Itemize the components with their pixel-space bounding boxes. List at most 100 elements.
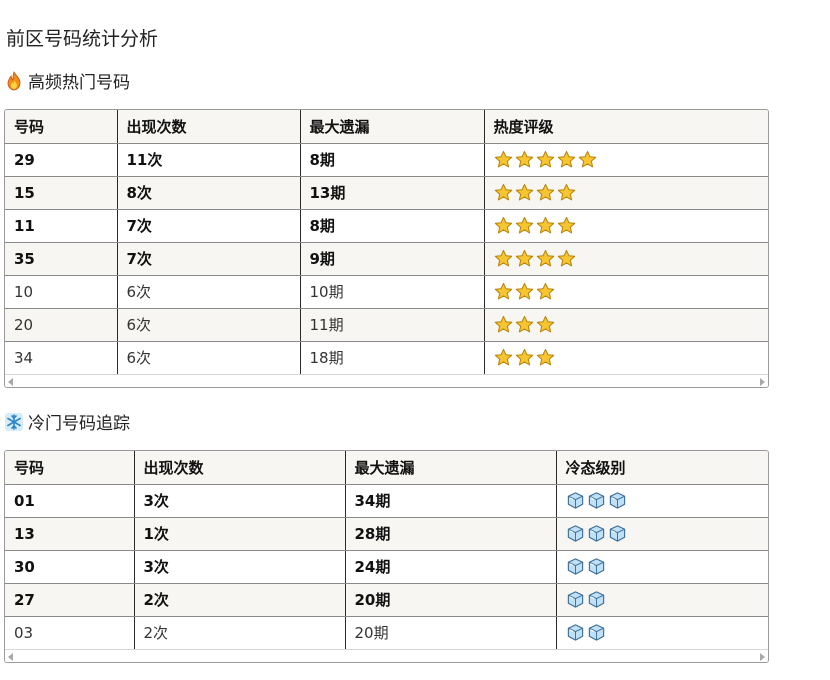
cell-count: 8次: [117, 176, 301, 210]
ice-cube-icon: [609, 525, 625, 542]
star-icon: [515, 349, 533, 366]
column-header: 号码: [5, 451, 135, 485]
cold-level: [556, 517, 768, 551]
star-icon: [515, 282, 533, 300]
star-icon: [536, 150, 554, 168]
star-icon: [494, 150, 512, 168]
cell-count: 6次: [117, 341, 301, 374]
cell-miss: 20期: [345, 616, 557, 649]
star-icon: [536, 282, 554, 300]
cell-number: 34: [5, 341, 118, 374]
column-header: 热度评级: [484, 110, 768, 144]
cold-level: [556, 583, 768, 617]
star-icon: [536, 183, 554, 201]
table-row: 27 2次 20期: [5, 583, 768, 617]
cell-number: 13: [5, 517, 135, 551]
scroll-right-icon[interactable]: [760, 378, 765, 386]
scroll-left-icon[interactable]: [8, 378, 13, 386]
cold-level: [556, 550, 768, 584]
ice-cube-icon: [567, 558, 583, 575]
table-row: 34 6次 18期: [5, 341, 768, 374]
scroll-right-icon[interactable]: [760, 653, 765, 661]
cell-miss: 20期: [345, 583, 557, 617]
star-icon: [557, 216, 575, 234]
star-icon: [515, 183, 533, 201]
ice-cube-icon: [588, 591, 604, 608]
heat-rating: [484, 242, 768, 276]
heat-rating: [484, 176, 768, 210]
heat-rating: [484, 341, 768, 374]
star-icon: [536, 349, 554, 366]
fire-icon: [4, 70, 24, 91]
ice-cube-icon: [588, 492, 604, 509]
column-header: 最大遗漏: [300, 110, 485, 144]
hot-numbers-table: 号码 出现次数 最大遗漏 热度评级 29 11次 8期 15 8次 13期 11 7次 8期 35…: [4, 109, 769, 388]
hot-section-title: 高频热门号码: [4, 68, 130, 93]
horizontal-scrollbar[interactable]: [5, 374, 768, 387]
star-icon: [557, 183, 575, 201]
table-row: 10 6次 10期: [5, 275, 768, 309]
cold-level: [556, 484, 768, 518]
cell-number: 15: [5, 176, 118, 210]
table-row: 20 6次 11期: [5, 308, 768, 342]
star-icon: [494, 315, 512, 333]
cold-section-title-text: 冷门号码追踪: [28, 414, 130, 434]
column-header: 冷态级别: [556, 451, 768, 485]
table-row: 15 8次 13期: [5, 176, 768, 210]
cell-miss: 13期: [300, 176, 485, 210]
cell-count: 7次: [117, 242, 301, 276]
heat-rating: [484, 209, 768, 243]
table-row: 13 1次 28期: [5, 517, 768, 551]
table-header-row: 号码 出现次数 最大遗漏 冷态级别: [5, 451, 768, 485]
cold-numbers-table: 号码 出现次数 最大遗漏 冷态级别 01 3次 34期 13 1次 28期 30 3次 24期 2…: [4, 450, 769, 663]
table-row: 03 2次 20期: [5, 616, 768, 649]
cell-number: 29: [5, 143, 118, 177]
cold-level: [556, 616, 768, 649]
table-row: 29 11次 8期: [5, 143, 768, 177]
star-icon: [515, 315, 533, 333]
heat-rating: [484, 308, 768, 342]
cell-number: 10: [5, 275, 118, 309]
star-icon: [557, 249, 575, 267]
scroll-left-icon[interactable]: [8, 653, 13, 661]
column-header: 出现次数: [117, 110, 301, 144]
heat-rating: [484, 275, 768, 309]
star-icon: [494, 282, 512, 300]
cell-miss: 28期: [345, 517, 557, 551]
ice-cube-icon: [588, 624, 604, 641]
cell-count: 6次: [117, 275, 301, 309]
ice-cube-icon: [567, 624, 583, 641]
star-icon: [494, 349, 512, 366]
table-row: 01 3次 34期: [5, 484, 768, 518]
star-icon: [515, 249, 533, 267]
cell-count: 3次: [134, 550, 346, 584]
cell-miss: 34期: [345, 484, 557, 518]
column-header: 出现次数: [134, 451, 346, 485]
hot-section-title-text: 高频热门号码: [28, 73, 130, 93]
cell-miss: 10期: [300, 275, 485, 309]
ice-cube-icon: [567, 525, 583, 542]
column-header: 号码: [5, 110, 118, 144]
cell-number: 11: [5, 209, 118, 243]
star-icon: [515, 150, 533, 168]
cell-count: 2次: [134, 616, 346, 649]
snowflake-icon: [4, 412, 24, 432]
horizontal-scrollbar[interactable]: [5, 649, 768, 662]
cell-count: 7次: [117, 209, 301, 243]
table-header-row: 号码 出现次数 最大遗漏 热度评级: [5, 110, 768, 144]
ice-cube-icon: [567, 591, 583, 608]
star-icon: [494, 183, 512, 201]
star-icon: [494, 216, 512, 234]
star-icon: [494, 249, 512, 267]
table-row: 11 7次 8期: [5, 209, 768, 243]
cell-number: 20: [5, 308, 118, 342]
star-icon: [536, 216, 554, 234]
table-row: 35 7次 9期: [5, 242, 768, 276]
table-row: 30 3次 24期: [5, 550, 768, 584]
cell-number: 27: [5, 583, 135, 617]
cell-number: 01: [5, 484, 135, 518]
cell-count: 11次: [117, 143, 301, 177]
cell-number: 03: [5, 616, 135, 649]
cell-miss: 8期: [300, 209, 485, 243]
ice-cube-icon: [588, 558, 604, 575]
